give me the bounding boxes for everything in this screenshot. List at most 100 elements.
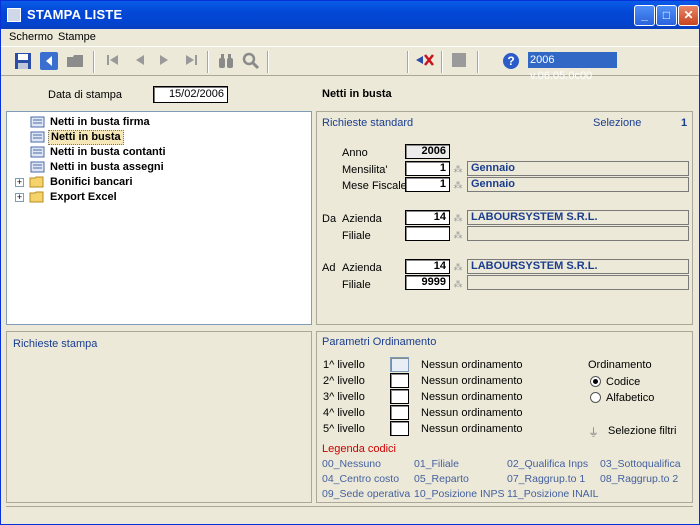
menu-schermo[interactable]: Schermo — [9, 31, 53, 43]
level-1-value: Nessun ordinamento — [421, 359, 523, 371]
toolbar-separator — [477, 51, 479, 73]
anno-field[interactable]: 2006 — [405, 144, 450, 159]
ad-azienda-label: Azienda — [342, 262, 382, 274]
tree-item-label: Netti in busta assegni — [50, 161, 164, 173]
expand-icon[interactable]: + — [15, 193, 24, 202]
report-icon — [29, 146, 45, 158]
sort-alfabetico-radio[interactable] — [590, 392, 601, 403]
menu-stampe[interactable]: Stampe — [58, 31, 96, 43]
stop-icon[interactable] — [449, 52, 469, 72]
toolbar-separator — [407, 51, 409, 73]
help-icon[interactable]: ? — [501, 52, 521, 72]
level-3-label: 3^ livello — [323, 391, 365, 403]
binoculars-icon[interactable] — [216, 52, 236, 72]
ad-filiale-field[interactable]: 9999 — [405, 275, 450, 290]
level-5-field[interactable] — [390, 421, 409, 436]
level-4-value: Nessun ordinamento — [421, 407, 523, 419]
mese-fiscale-label: Mese Fiscale — [342, 180, 407, 192]
menu-bar: Schermo Stampe — [1, 29, 699, 46]
ad-azienda-description: LABOURSYSTEM S.R.L. — [467, 259, 689, 274]
legend-code: 00_Nessuno — [322, 458, 381, 470]
sort-alfabetico-label[interactable]: Alfabetico — [606, 392, 654, 404]
legend-code: 10_Posizione INPS — [414, 488, 505, 500]
filter-icon[interactable]: ⏚ — [588, 424, 599, 440]
sort-codice-radio[interactable] — [590, 376, 601, 387]
lookup-icon[interactable]: ⁂ — [453, 262, 463, 272]
print-date-field[interactable]: 15/02/2006 — [153, 86, 228, 103]
level-1-field[interactable] — [390, 357, 409, 372]
mese-fiscale-field[interactable]: 1 — [405, 177, 450, 192]
lookup-icon[interactable]: ⁂ — [453, 279, 463, 289]
save-icon[interactable] — [13, 52, 33, 72]
mese-fiscale-description: Gennaio — [467, 177, 689, 192]
panel-title: Parametri Ordinamento — [322, 336, 437, 348]
window-title: STAMPA LISTE — [27, 7, 123, 22]
print-date-label: Data di stampa — [48, 89, 122, 101]
next-record-icon[interactable] — [154, 52, 174, 72]
mensilita-label: Mensilita' — [342, 164, 388, 176]
lookup-icon[interactable]: ⁂ — [453, 164, 463, 174]
toolbar-separator — [93, 51, 95, 73]
mensilita-field[interactable]: 1 — [405, 161, 450, 176]
expand-icon[interactable]: + — [15, 178, 24, 187]
folder-icon[interactable] — [65, 52, 85, 72]
level-5-value: Nessun ordinamento — [421, 423, 523, 435]
toolbar-separator — [441, 51, 443, 73]
level-2-label: 2^ livello — [323, 375, 365, 387]
selection-label: Selezione — [593, 117, 642, 129]
ad-filiale-label: Filiale — [342, 279, 371, 291]
magnifier-icon[interactable] — [241, 52, 261, 72]
ad-azienda-field[interactable]: 14 — [405, 259, 450, 274]
lookup-icon[interactable]: ⁂ — [453, 230, 463, 240]
ordering-panel: Parametri Ordinamento 1^ livello Nessun … — [316, 331, 693, 503]
report-icon — [29, 131, 45, 143]
application-window: STAMPA LISTE _ □ ✕ Schermo Stampe ? 2006… — [0, 0, 700, 525]
da-filiale-field[interactable] — [405, 226, 450, 241]
close-button[interactable]: ✕ — [678, 5, 699, 26]
folder-icon — [29, 176, 45, 188]
legend-code: 07_Raggrup.to 1 — [507, 473, 586, 485]
level-4-field[interactable] — [390, 405, 409, 420]
ad-filiale-description — [467, 275, 689, 290]
level-2-field[interactable] — [390, 373, 409, 388]
legend-code: 08_Raggrup.to 2 — [600, 473, 679, 485]
minimize-button[interactable]: _ — [634, 5, 655, 26]
level-2-value: Nessun ordinamento — [421, 375, 523, 387]
da-azienda-field[interactable]: 14 — [405, 210, 450, 225]
tree-item-label: Netti in busta firma — [50, 116, 150, 128]
report-icon — [29, 116, 45, 128]
flag-icon[interactable] — [415, 52, 435, 72]
report-icon — [29, 161, 45, 173]
folder-icon — [29, 191, 45, 203]
report-tree: Netti in busta firma Netti in busta Nett… — [6, 111, 312, 325]
tree-item-label: Export Excel — [50, 191, 117, 203]
legend-code: 03_Sottoqualifica — [600, 458, 681, 470]
da-azienda-label: Azienda — [342, 213, 382, 225]
title-bar[interactable]: STAMPA LISTE _ □ ✕ — [1, 1, 699, 29]
legend-code: 05_Reparto — [414, 473, 469, 485]
lookup-icon[interactable]: ⁂ — [453, 213, 463, 223]
legend-code: 09_Sede operativa — [322, 488, 411, 500]
maximize-button[interactable]: □ — [656, 5, 677, 26]
da-prefix: Da — [322, 213, 337, 225]
level-3-field[interactable] — [390, 389, 409, 404]
toolbar-separator — [207, 51, 209, 73]
page-title: Netti in busta — [322, 88, 392, 100]
tree-item-label: Netti in busta — [48, 130, 124, 145]
back-icon[interactable] — [39, 52, 59, 72]
ad-prefix: Ad — [322, 262, 336, 274]
last-record-icon[interactable] — [181, 52, 201, 72]
sort-order-title: Ordinamento — [588, 359, 652, 371]
da-filiale-description — [467, 226, 689, 241]
panel-title: Richieste stampa — [13, 338, 98, 350]
print-requests-panel: Richieste stampa — [6, 331, 312, 503]
mensilita-description: Gennaio — [467, 161, 689, 176]
first-record-icon[interactable] — [103, 52, 123, 72]
sort-codice-label[interactable]: Codice — [606, 376, 640, 388]
previous-record-icon[interactable] — [130, 52, 150, 72]
standard-requests-panel: Richieste standard Selezione 1 Anno 2006… — [316, 111, 693, 325]
filter-selection-button[interactable]: Selezione filtri — [608, 425, 676, 437]
level-4-label: 4^ livello — [323, 407, 365, 419]
lookup-icon[interactable]: ⁂ — [453, 180, 463, 190]
tree-item-label: Bonifici bancari — [50, 176, 133, 188]
